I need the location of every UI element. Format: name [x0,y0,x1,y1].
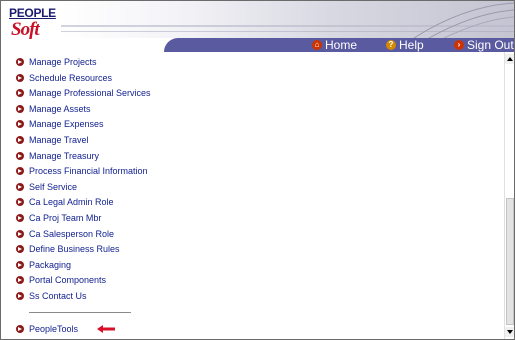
bullet-icon [16,260,24,269]
menu-item-manage-treasury[interactable]: Manage Treasury [16,149,99,163]
help-icon: ? [386,40,396,50]
menu-item-manage-expenses[interactable]: Manage Expenses [16,117,104,131]
menu-item-label: Ca Proj Team Mbr [29,213,102,223]
menu-item-manage-assets[interactable]: Manage Assets [16,102,91,116]
header: PEOPLE Soft ⌂ Home ? Help › Sign Out [1,1,514,52]
menu-item-ca-proj-team-mbr[interactable]: Ca Proj Team Mbr [16,211,101,225]
menu-item-packaging[interactable]: Packaging [16,258,71,272]
bullet-icon [16,104,24,113]
browser-frame: PEOPLE Soft ⌂ Home ? Help › Sign Out Manage… [0,0,515,340]
bullet-icon [16,276,24,285]
signout-link[interactable]: › Sign Out [454,38,514,52]
menu-item-label: Portal Components [29,275,107,286]
scroll-up-button[interactable] [505,54,514,64]
bullet-icon [16,120,24,129]
signout-label: Sign Out [467,38,514,52]
bullet-icon [16,229,24,238]
bullet-icon [16,245,24,254]
menu-item-manage-travel[interactable]: Manage Travel [16,133,89,147]
menu-divider [29,312,131,313]
menu-item-manage-professional-services[interactable]: Manage Professional Services [16,86,151,100]
help-link[interactable]: ? Help [386,38,424,52]
bullet-icon [16,73,24,82]
home-icon: ⌂ [312,40,322,50]
bullet-icon [16,167,24,176]
menu-item-schedule-resources[interactable]: Schedule Resources [16,71,112,85]
menu-item-label: Manage Projects [29,57,97,67]
menu-item-label: Manage Treasury [29,150,100,161]
menu-item-process-financial-information[interactable]: Process Financial Information [16,164,148,178]
menu-item-label: Manage Professional Services [29,88,151,99]
menu-item-label: Packaging [29,259,72,270]
scroll-thumb[interactable] [506,198,514,325]
logo-text-soft: Soft [11,19,40,40]
menu-item-ss-contact-us[interactable]: Ss Contact Us [16,289,87,303]
signout-icon: › [454,40,464,50]
bullet-icon [16,214,24,222]
menu-item-label: Manage Assets [29,103,91,114]
home-link[interactable]: ⌂ Home [312,38,357,52]
menu-item-label: Ca Salesperson Role [29,228,115,239]
bullet-icon [16,151,24,160]
menu-item-portal-components[interactable]: Portal Components [16,273,106,287]
logo-text-people: PEOPLE [9,6,56,20]
left-arrow-icon [97,325,115,333]
bullet-icon [16,58,24,66]
help-label: Help [399,38,424,52]
menu-item-label: Ca Legal Admin Role [29,197,114,208]
bullet-icon [16,198,24,207]
menu-item-self-service[interactable]: Self Service [16,180,77,194]
scroll-down-button[interactable] [505,327,514,337]
home-label: Home [325,38,358,52]
menu-item-label: Schedule Resources [29,72,113,83]
menu-item-ca-legal-admin-role[interactable]: Ca Legal Admin Role [16,195,114,209]
bullet-icon [16,182,24,191]
header-arcs-decoration [413,2,514,38]
menu-item-ca-salesperson-role[interactable]: Ca Salesperson Role [16,227,114,241]
bullet-icon [16,292,24,300]
menu-item-label: PeopleTools [29,324,79,334]
menu-item-label: Define Business Rules [29,244,120,255]
menu-item-label: Process Financial Information [29,166,148,177]
peoplesoft-logo: PEOPLE Soft [9,6,56,46]
bullet-icon [16,325,24,333]
menu-item-label: Self Service [29,181,78,192]
menu-item-define-business-rules[interactable]: Define Business Rules [16,242,120,256]
vertical-scrollbar[interactable] [504,52,514,339]
top-navbar: ⌂ Home ? Help › Sign Out [164,38,514,52]
bullet-icon [16,89,24,98]
bullet-icon [16,136,24,144]
menu-item-peopletools[interactable]: PeopleTools [16,322,78,336]
menu-item-manage-projects[interactable]: Manage Projects [16,55,97,69]
menu-item-label: Manage Travel [29,135,89,145]
menu-item-label: Ss Contact Us [29,291,87,301]
menu-item-label: Manage Expenses [29,119,104,130]
menu-content: Manage Projects Schedule Resources Manag… [1,52,504,339]
